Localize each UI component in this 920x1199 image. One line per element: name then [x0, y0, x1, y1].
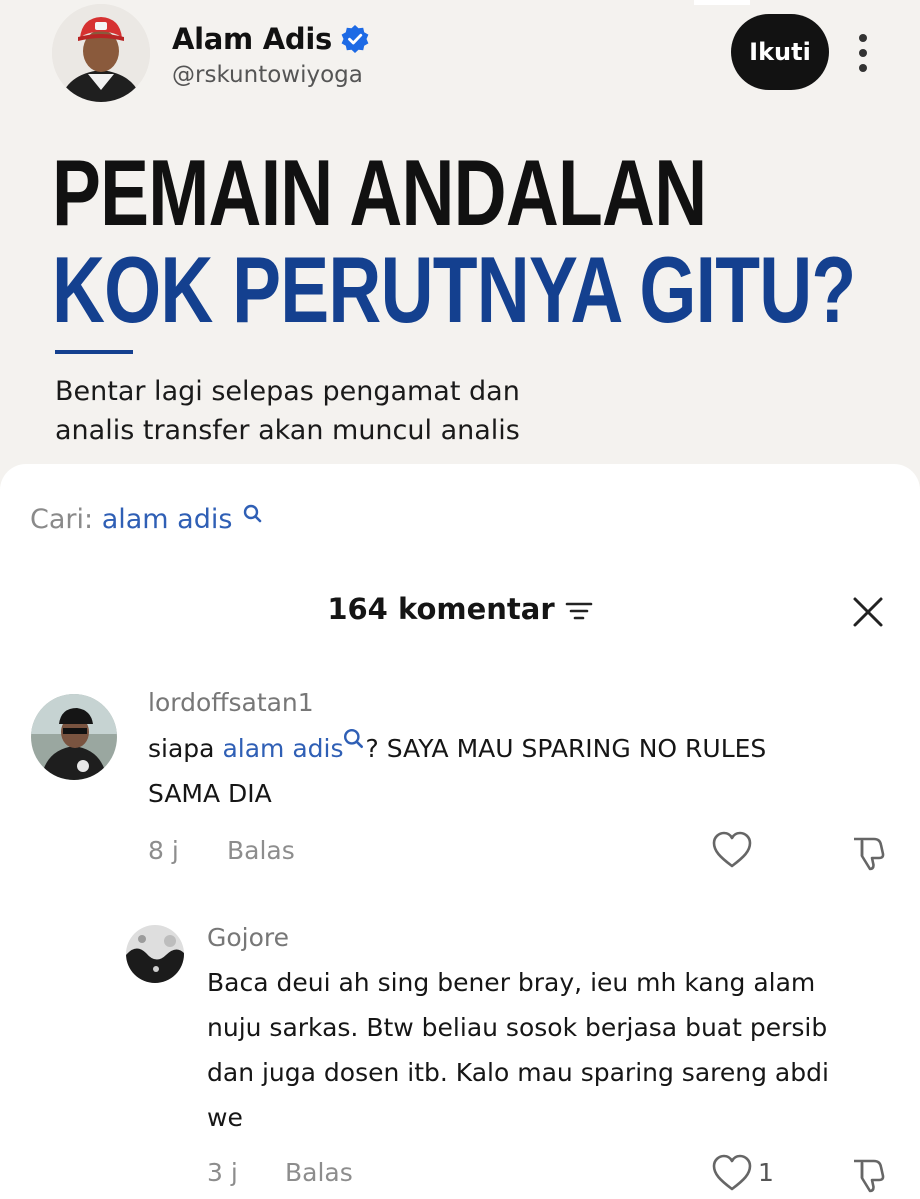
author-avatar[interactable] — [52, 4, 150, 102]
search-icon — [243, 504, 262, 523]
more-vertical-icon[interactable] — [850, 30, 876, 78]
comment-username[interactable]: Gojore — [207, 923, 289, 952]
author-name[interactable]: Alam Adis — [172, 22, 332, 56]
headline-line-2: KOK PERUTNYA GITU? — [52, 237, 856, 342]
dislike-icon[interactable] — [848, 832, 888, 872]
comment-username[interactable]: lordoffsatan1 — [148, 688, 314, 717]
reply-button[interactable]: Balas — [227, 836, 295, 865]
close-icon[interactable] — [850, 594, 886, 630]
comment-text-line: Baca deui ah sing bener bray, ieu mh kan… — [207, 968, 816, 997]
verified-badge-icon — [341, 25, 369, 53]
heart-icon[interactable] — [710, 1152, 754, 1196]
sort-filter-icon[interactable] — [565, 599, 593, 623]
top-handle — [694, 0, 750, 5]
headline-line-1: PEMAIN ANDALAN — [52, 140, 707, 245]
headline-divider — [55, 350, 133, 354]
search-suggestion[interactable]: Cari: alam adis — [30, 504, 263, 535]
reply-button[interactable]: Balas — [285, 1158, 353, 1187]
comment-count-label: 164 komentar — [327, 592, 555, 626]
search-icon — [344, 728, 364, 749]
comment-text-after: ? SAYA MAU SPARING NO RULES — [365, 734, 767, 763]
mention-link[interactable]: alam adis — [222, 734, 343, 763]
comment-count-header: 164 komentar — [0, 592, 920, 626]
comment-text-before: siapa — [148, 734, 223, 763]
post-card: Alam Adis @rskuntowiyoga Ikuti PEMAIN AN… — [0, 0, 920, 480]
comment-timestamp: 3 j — [207, 1158, 238, 1187]
like-count: 1 — [758, 1158, 774, 1187]
comment-text: siapa alam adis ? SAYA MAU SPARING NO RU… — [148, 726, 878, 816]
post-body-text: Bentar lagi selepas pengamat dan analis … — [55, 376, 520, 446]
search-prefix: Cari: — [30, 504, 94, 535]
comment-text-line: we — [207, 1103, 243, 1132]
author-handle[interactable]: @rskuntowiyoga — [172, 62, 363, 88]
follow-button[interactable]: Ikuti — [731, 14, 829, 90]
comment-timestamp: 8 j — [148, 836, 179, 865]
comment-text: Baca deui ah sing bener bray, ieu mh kan… — [207, 960, 897, 1140]
commenter-avatar[interactable] — [126, 925, 184, 983]
commenter-avatar[interactable] — [31, 694, 117, 780]
dislike-icon[interactable] — [848, 1154, 888, 1194]
comment-text-line: dan juga dosen itb. Kalo mau sparing sar… — [207, 1058, 829, 1087]
search-term-link[interactable]: alam adis — [102, 504, 233, 535]
comment-sheet: Cari: alam adis 164 komentar lordoffsata… — [0, 464, 920, 1199]
comment-text-line2: SAMA DIA — [148, 779, 272, 808]
comment-text-line: nuju sarkas. Btw beliau sosok berjasa bu… — [207, 1013, 828, 1042]
heart-icon[interactable] — [710, 829, 754, 873]
